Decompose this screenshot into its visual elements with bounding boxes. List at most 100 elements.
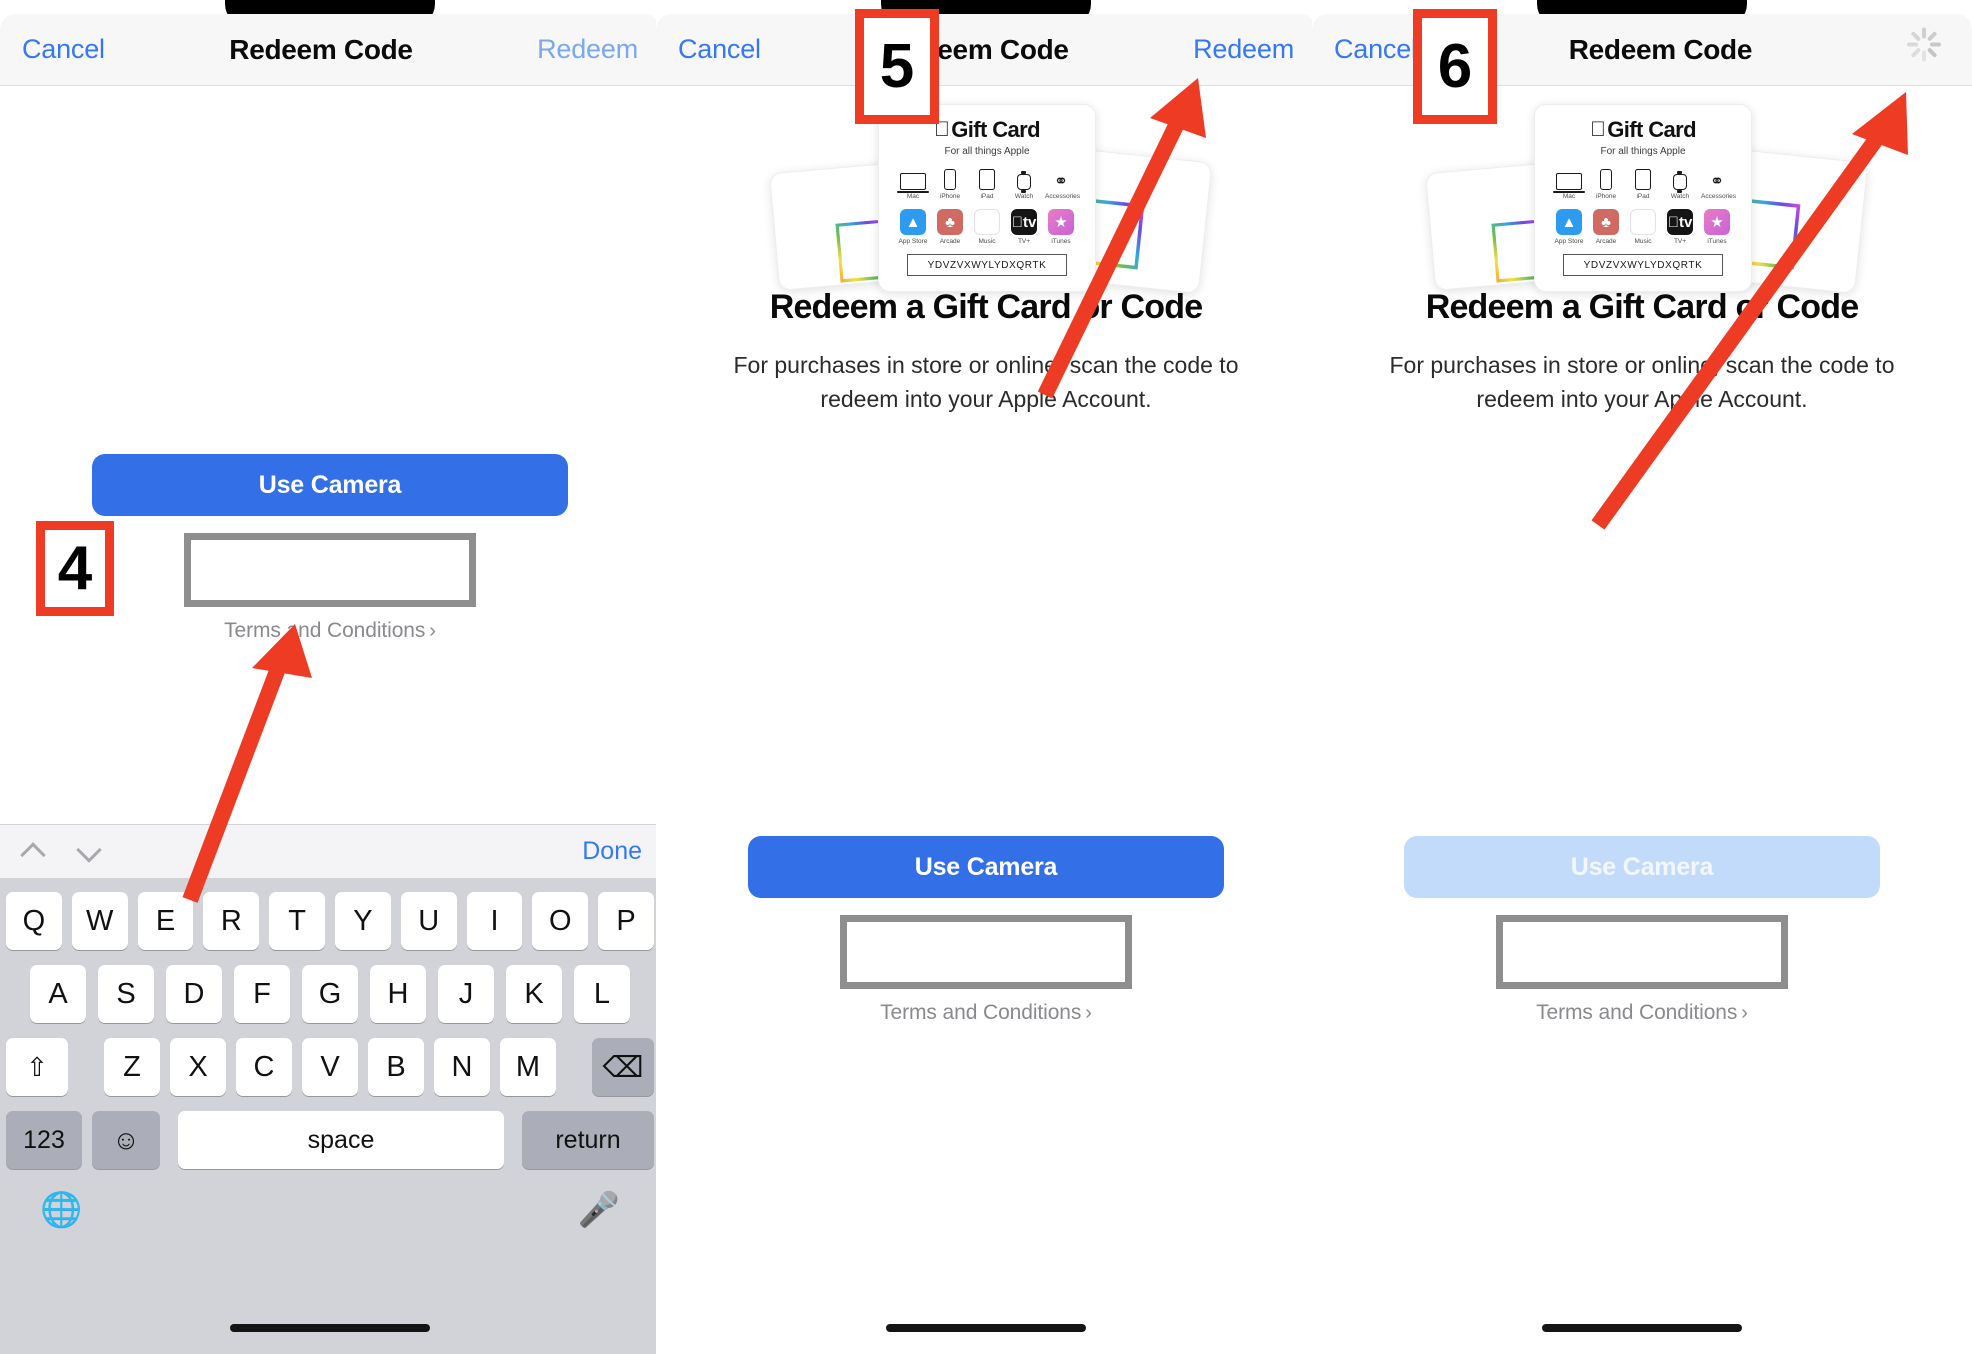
key-j[interactable]: J	[438, 965, 494, 1023]
apple-tv-icon: tv	[1667, 209, 1693, 235]
gift-card-front: Gift Card For all things Apple Mac iPho…	[878, 104, 1096, 292]
laptop-icon	[1553, 173, 1585, 193]
spinner-spoke	[1910, 46, 1922, 58]
key-o[interactable]: O	[532, 892, 589, 950]
subcopy: For purchases in store or online, scan t…	[733, 352, 1239, 412]
laptop-icon	[897, 173, 929, 193]
key-f[interactable]: F	[234, 965, 290, 1023]
device-label: iPhone	[939, 193, 961, 200]
gift-card-logo-text: Gift Card	[943, 117, 1040, 142]
home-indicator	[1542, 1324, 1742, 1332]
cancel-button[interactable]: Cancel	[678, 34, 761, 65]
microphone-icon[interactable]: 🎤	[578, 1190, 620, 1230]
device-label: Accessories	[1045, 193, 1081, 200]
shift-key[interactable]: ⇧	[6, 1038, 68, 1096]
code-input-field[interactable]	[184, 533, 476, 607]
key-e[interactable]: E	[137, 892, 194, 950]
step-marker-4: 4	[36, 521, 114, 616]
terms-and-conditions-link[interactable]: Terms and Conditions ›	[1312, 1001, 1972, 1025]
navigation-bar: Cancel Redeem Code Redeem	[0, 14, 660, 86]
app-store-icon: ▲	[900, 209, 926, 235]
spinner-spoke	[1930, 42, 1941, 46]
action-area: Use Camera Terms and Conditions ›	[1312, 836, 1972, 1025]
key-i[interactable]: I	[466, 892, 523, 950]
key-n[interactable]: N	[434, 1038, 490, 1096]
key-s[interactable]: S	[98, 965, 154, 1023]
key-c[interactable]: C	[236, 1038, 292, 1096]
key-x[interactable]: X	[170, 1038, 226, 1096]
use-camera-button: Use Camera	[1404, 836, 1880, 898]
headline: Redeem a Gift Card or Code	[1425, 288, 1859, 326]
apple-logo-icon: 	[1590, 119, 1606, 140]
field-nav-group	[18, 837, 104, 867]
device-mac: Mac	[897, 166, 929, 200]
service-tv: tv TV+	[1008, 209, 1040, 245]
terms-label: Terms and Conditions	[224, 619, 426, 642]
service-label: iTunes	[1707, 238, 1727, 245]
iphone-icon	[1600, 169, 1612, 190]
code-input-field[interactable]	[1496, 915, 1788, 989]
airpods-icon: ⚭	[1053, 172, 1069, 191]
device-icon-row: Mac iPhone iPad Watch ⚭ Accessories	[889, 166, 1085, 200]
service-app-store: ▲ App Store	[897, 209, 929, 245]
key-p[interactable]: P	[598, 892, 654, 950]
device-mac: Mac	[1553, 166, 1585, 200]
device-label: iPad	[1636, 193, 1650, 200]
use-camera-button[interactable]: Use Camera	[92, 454, 568, 516]
key-h[interactable]: H	[370, 965, 426, 1023]
arcade-icon: ♣	[937, 209, 963, 235]
key-w[interactable]: W	[71, 892, 128, 950]
code-input-field[interactable]	[840, 915, 1132, 989]
key-u[interactable]: U	[400, 892, 457, 950]
terms-and-conditions-link[interactable]: Terms and Conditions ›	[656, 1001, 1316, 1025]
key-z[interactable]: Z	[104, 1038, 160, 1096]
keyboard-done-button[interactable]: Done	[582, 837, 642, 866]
page-title: Redeem Code	[229, 33, 413, 65]
keyboard-row-2: ASDFGHJKL	[0, 965, 660, 1023]
backspace-key[interactable]: ⌫	[592, 1038, 654, 1096]
key-a[interactable]: A	[30, 965, 86, 1023]
device-accessories: ⚭ Accessories	[1701, 166, 1736, 200]
service-label: iTunes	[1051, 238, 1071, 245]
service-itunes: ★ iTunes	[1701, 209, 1733, 245]
redeem-button[interactable]: Redeem	[537, 34, 638, 65]
key-g[interactable]: G	[302, 965, 358, 1023]
service-label: TV+	[1017, 238, 1031, 245]
gift-card-logo-text: Gift Card	[1599, 117, 1696, 142]
cancel-button[interactable]: Cancel	[1334, 34, 1417, 65]
globe-icon[interactable]: 🌐	[40, 1190, 82, 1230]
numbers-key[interactable]: 123	[6, 1111, 82, 1169]
key-t[interactable]: T	[269, 892, 325, 950]
terms-and-conditions-link[interactable]: Terms and Conditions ›	[0, 619, 660, 643]
key-q[interactable]: Q	[6, 892, 62, 950]
gift-card-illustration:   Gift Card For all things Apple Mac …	[1312, 104, 1972, 295]
gift-card-logo: Gift Card	[1545, 117, 1741, 143]
itunes-icon: ★	[1048, 209, 1074, 235]
key-r[interactable]: R	[203, 892, 260, 950]
keyboard-row-1: QWERTYUIOP	[0, 892, 660, 950]
chevron-down-icon[interactable]	[74, 837, 104, 867]
home-indicator	[886, 1324, 1086, 1332]
step-marker-5: 5	[855, 9, 939, 124]
key-m[interactable]: M	[500, 1038, 556, 1096]
space-key[interactable]: space	[178, 1111, 504, 1169]
return-key[interactable]: return	[522, 1111, 654, 1169]
cancel-button[interactable]: Cancel	[22, 34, 105, 65]
use-camera-button[interactable]: Use Camera	[748, 836, 1224, 898]
key-l[interactable]: L	[574, 965, 630, 1023]
emoji-key[interactable]: ☺	[92, 1111, 160, 1169]
device-iphone: iPhone	[1590, 166, 1622, 200]
redeem-button[interactable]: Redeem	[1193, 34, 1294, 65]
service-label: Arcade	[939, 238, 961, 245]
key-y[interactable]: Y	[334, 892, 391, 950]
service-music: ♫ Music	[971, 209, 1003, 245]
key-d[interactable]: D	[166, 965, 222, 1023]
service-label: Arcade	[1595, 238, 1617, 245]
navigation-bar: Cancel Redeem Code	[1312, 14, 1972, 86]
key-v[interactable]: V	[302, 1038, 358, 1096]
spinner-spoke	[1926, 46, 1938, 58]
key-k[interactable]: K	[506, 965, 562, 1023]
chevron-up-icon[interactable]	[18, 837, 48, 867]
spinner-spoke	[1926, 30, 1938, 42]
key-b[interactable]: B	[368, 1038, 424, 1096]
